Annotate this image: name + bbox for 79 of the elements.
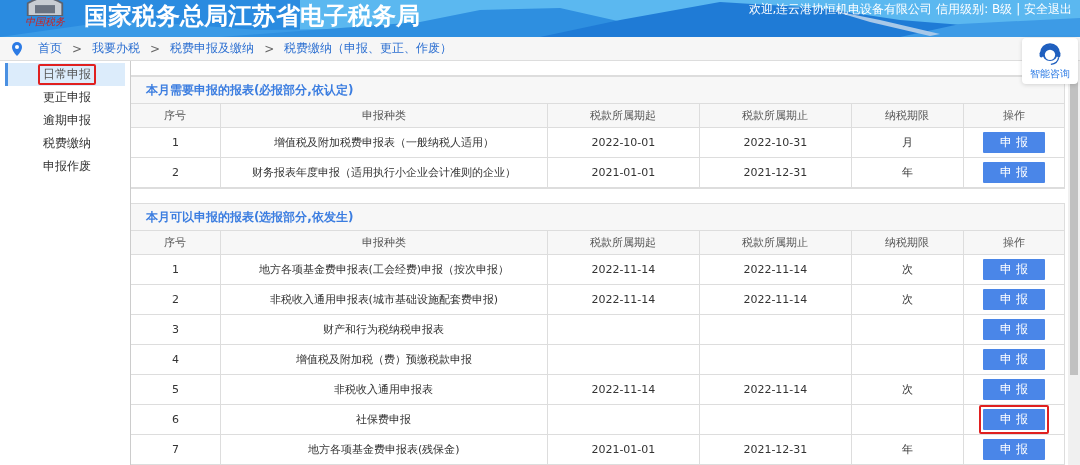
column-header: 税款所属期止 [699,103,852,128]
table-cell: 1 [130,127,221,158]
breadcrumb-separator: > [150,41,161,56]
table-cell: 5 [130,374,221,405]
column-header: 申报种类 [220,230,548,255]
table-cell: 2022-11-14 [699,374,852,405]
table-cell: 增值税及附加税（费）预缴税款申报 [220,344,548,375]
declare-button[interactable]: 申 报 [982,439,1045,460]
column-header: 税款所属期起 [547,230,700,255]
sidebar-item[interactable]: 申报作废 [5,155,125,178]
sidebar-item[interactable]: 日常申报 [5,63,125,86]
table-cell: 4 [130,344,221,375]
table-cell: 2021-12-31 [699,157,852,188]
table-cell: 3 [130,314,221,345]
sidebar-item[interactable]: 税费缴纳 [5,132,125,155]
table-cell: 2022-11-14 [699,284,852,315]
breadcrumb-link[interactable]: 首页 [38,40,62,57]
sidebar-item[interactable]: 更正申报 [5,86,125,109]
column-header: 纳税期限 [851,103,964,128]
column-header: 操作 [963,230,1064,255]
declare-button[interactable]: 申 报 [982,319,1045,340]
table-cell: 2022-10-31 [699,127,852,158]
breadcrumb-separator: > [72,41,83,56]
table-cell: 财务报表年度申报（适用执行小企业会计准则的企业） [220,157,548,188]
table-cell: 2022-11-14 [547,374,700,405]
column-header: 序号 [130,103,221,128]
declare-button[interactable]: 申 报 [982,379,1045,400]
table-cell: 社保费申报 [220,404,548,435]
sidebar-item[interactable]: 逾期申报 [5,109,125,132]
table-cell: 年 [851,434,964,465]
assistant-button[interactable]: 智能咨询 [1022,38,1078,84]
table-cell: 2021-01-01 [547,157,700,188]
highlight-frame: 日常申报 [38,64,96,85]
user-info: 欢迎,连云港协恒机电设备有限公司 信用级别: B级 | 安全退出 [748,2,1072,16]
column-header: 税款所属期止 [699,230,852,255]
table-cell: 年 [851,157,964,188]
table-cell: 2022-11-14 [547,254,700,285]
declare-button[interactable]: 申 报 [982,259,1045,280]
column-header: 申报种类 [220,103,548,128]
table-cell: 6 [130,404,221,435]
table-cell: 2022-11-14 [699,254,852,285]
declare-button[interactable]: 申 报 [982,349,1045,370]
table-cell: 非税收入通用申报表 [220,374,548,405]
table-cell: 2021-12-31 [699,434,852,465]
breadcrumb-separator: > [264,41,275,56]
table-cell: 财产和行为税纳税申报表 [220,314,548,345]
breadcrumb-link[interactable]: 税费缴纳（申报、更正、作废） [284,40,453,57]
headset-agent-icon [1037,41,1063,67]
section-title: 本月可以申报的报表(选报部分,依发生) [144,209,355,226]
section-title: 本月需要申报的报表(必报部分,依认定) [144,82,355,99]
table-cell: 地方各项基金费申报表(工会经费)申报（按次申报） [220,254,548,285]
column-header: 纳税期限 [851,230,964,255]
site-title: 国家税务总局江苏省电子税务局 [84,2,420,30]
scrollbar[interactable] [1068,61,1080,465]
table-cell: 次 [851,254,964,285]
table-cell: 1 [130,254,221,285]
logo-text: 中国税务 [25,16,65,28]
table-cell: 2 [130,284,221,315]
table-cell: 非税收入通用申报表(城市基础设施配套费申报) [220,284,548,315]
breadcrumb-link[interactable]: 我要办税 [92,40,141,57]
declare-button[interactable]: 申 报 [982,409,1045,430]
table-cell: 次 [851,284,964,315]
column-header: 税款所属期起 [547,103,700,128]
table-cell: 2 [130,157,221,188]
table-cell: 7 [130,434,221,465]
declare-button[interactable]: 申 报 [982,162,1045,183]
table-cell: 2022-10-01 [547,127,700,158]
column-header: 序号 [130,230,221,255]
table-cell: 2022-11-14 [547,284,700,315]
table-cell: 地方各项基金费申报表(残保金) [220,434,548,465]
table-cell: 增值税及附加税费申报表（一般纳税人适用） [220,127,548,158]
table-cell: 2021-01-01 [547,434,700,465]
table-cell: 月 [851,127,964,158]
location-pin-icon [12,41,22,56]
column-header: 操作 [963,103,1064,128]
declare-button[interactable]: 申 报 [982,289,1045,310]
breadcrumb-link[interactable]: 税费申报及缴纳 [170,40,255,57]
declare-button[interactable]: 申 报 [982,132,1045,153]
table-cell: 次 [851,374,964,405]
